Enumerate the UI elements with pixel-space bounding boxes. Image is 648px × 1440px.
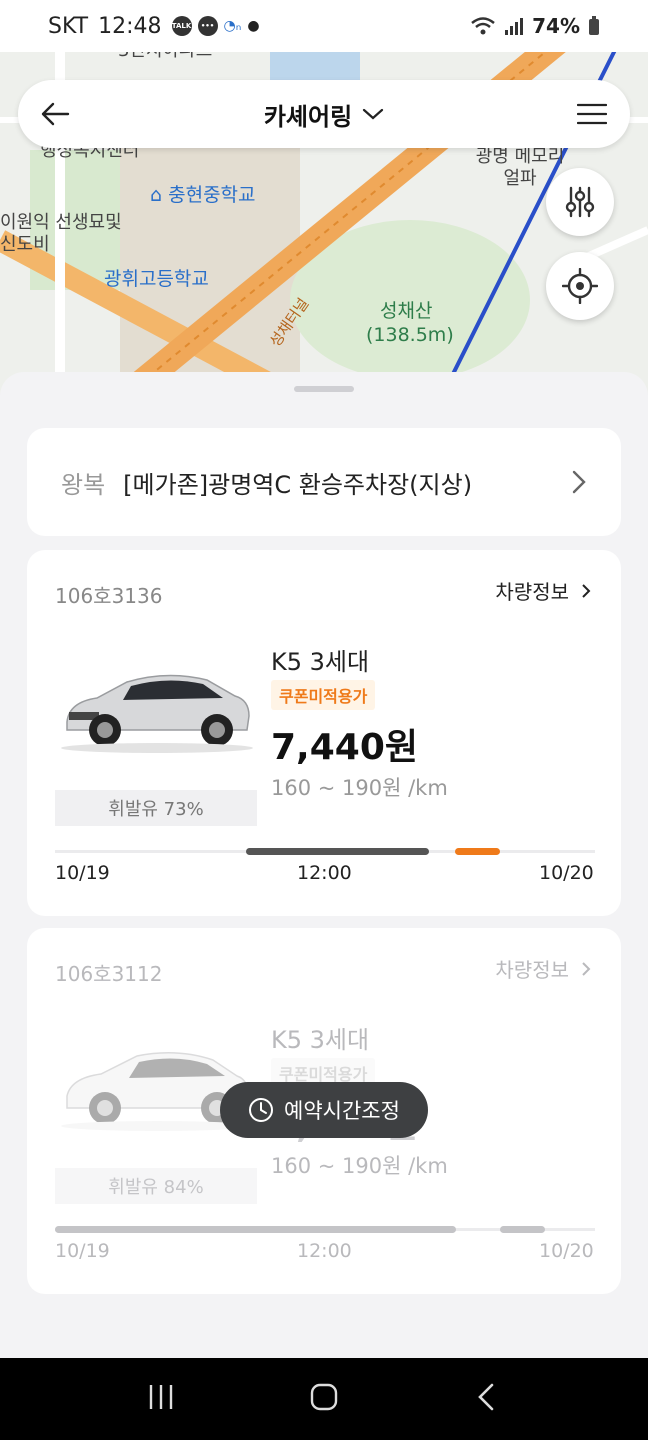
back-button[interactable] (40, 98, 72, 130)
sheet-handle[interactable] (294, 386, 354, 392)
battery-percent: 74% (532, 14, 580, 38)
timeline-end: 10/20 (539, 862, 594, 884)
recents-button[interactable] (146, 1382, 176, 1416)
home-button[interactable] (309, 1382, 339, 1416)
car-info-label: 차량정보 (495, 958, 569, 982)
map-label-school2: 광휘고등학교 (104, 268, 209, 290)
clock-icon (249, 1098, 274, 1122)
map-label-elevation: (138.5m) (366, 324, 454, 346)
status-bar: SKT 12:48 TALK ••• ◔ₙ ● 74% (0, 0, 648, 52)
coupon-badge: 쿠폰미적용가 (271, 680, 376, 710)
arrow-left-icon (41, 102, 70, 126)
talk-icon: TALK (171, 16, 192, 36)
car-image (61, 674, 253, 753)
selected-segment (455, 848, 500, 855)
car-model: K5 3세대 (271, 648, 370, 676)
bottom-sheet: 왕복 [메가존]광명역C 환승주차장(지상) 106호3136 차량정보 휘발유… (0, 372, 648, 1360)
car-model: K5 3세대 (271, 1026, 370, 1054)
wifi-icon (471, 17, 495, 35)
timeline-start: 10/19 (55, 1240, 110, 1262)
battery-icon (589, 16, 599, 35)
carrier-label: SKT (48, 13, 89, 39)
timeline-mid: 12:00 (297, 1240, 352, 1262)
dot-icon: ● (247, 18, 260, 34)
station-card[interactable]: 왕복 [메가존]광명역C 환승주차장(지상) (27, 428, 621, 536)
home-icon (310, 1383, 338, 1411)
chat-icon: ••• (197, 16, 218, 36)
timeline-start: 10/19 (55, 862, 110, 884)
crosshair-icon (562, 268, 598, 304)
chevron-right-icon (582, 583, 591, 598)
timeline-mid: 12:00 (297, 862, 352, 884)
my-location-button[interactable] (546, 252, 614, 320)
car-plate: 106호3112 (55, 962, 163, 986)
fuel-level: 휘발유 73% (55, 790, 257, 826)
car-info-label: 차량정보 (495, 580, 569, 604)
back-nav-button[interactable] (472, 1382, 502, 1416)
chevron-right-icon (572, 470, 586, 494)
map-label-tomb: 이원익 선생묘및 신도비 (0, 212, 122, 255)
filter-button[interactable] (546, 168, 614, 236)
reserved-segment (246, 848, 429, 855)
map-label-mountain: 성채산 (380, 300, 433, 322)
distance-rate: 160 ~ 190원 /km (271, 776, 448, 800)
reserved-segment (500, 1226, 545, 1233)
distance-rate: 160 ~ 190원 /km (271, 1154, 448, 1178)
link-icon: ◔ₙ (223, 18, 242, 34)
adjust-reservation-time-button[interactable]: 예약시간조정 (220, 1082, 428, 1138)
service-selector[interactable]: 카셰어링 (72, 97, 576, 132)
car-info-link[interactable]: 차량정보 (495, 954, 591, 983)
fuel-level: 휘발유 84% (55, 1168, 257, 1204)
car-card[interactable]: 106호3136 차량정보 휘발유 73% K5 3세대 쿠폰미적용가 7,44… (27, 550, 621, 916)
signal-icon (505, 18, 524, 35)
chevron-down-icon (363, 108, 384, 120)
page-title: 카셰어링 (263, 102, 353, 131)
rental-type: 왕복 (61, 470, 106, 499)
back-icon (477, 1383, 493, 1411)
car-price: 7,440원 (271, 727, 418, 768)
top-nav-bar: 카셰어링 (18, 80, 630, 148)
chevron-right-icon (582, 961, 591, 976)
sliders-icon (565, 186, 595, 218)
car-info-link[interactable]: 차량정보 (495, 576, 591, 605)
station-name: [메가존]광명역C 환승주차장(지상) (123, 470, 473, 499)
menu-button[interactable] (576, 98, 608, 130)
system-nav-bar (0, 1358, 648, 1440)
recents-icon (150, 1385, 173, 1409)
car-plate: 106호3136 (55, 584, 163, 608)
clock: 12:48 (98, 13, 162, 39)
hamburger-icon (577, 103, 607, 125)
timeline-end: 10/20 (539, 1240, 594, 1262)
map-label-school1: ⌂ 충현중학교 (150, 184, 256, 206)
adjust-reservation-label: 예약시간조정 (284, 1099, 400, 1123)
reserved-segment (55, 1226, 456, 1233)
